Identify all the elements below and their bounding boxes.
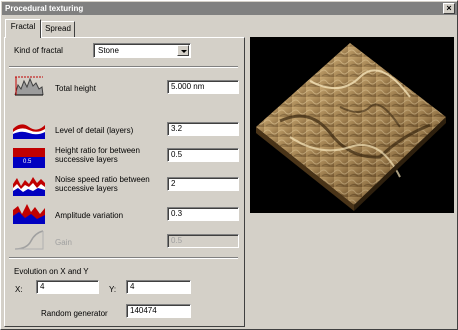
noise-speed-label-2: successive layers (55, 184, 118, 193)
terrain-preview-image (256, 43, 446, 211)
amplitude-variation-icon (13, 202, 45, 224)
separator-bottom (9, 257, 238, 259)
noise-speed-input[interactable]: 2 (167, 177, 239, 191)
chevron-down-icon[interactable] (177, 45, 189, 56)
evolution-x-input[interactable]: 4 (36, 280, 99, 294)
title-bar: Procedural texturing × (2, 2, 457, 15)
svg-text:0.5: 0.5 (23, 159, 32, 165)
total-height-icon (13, 75, 45, 97)
tab-fractal[interactable]: Fractal (5, 19, 41, 38)
close-button[interactable]: × (443, 3, 455, 14)
tab-spread[interactable]: Spread (41, 21, 75, 37)
kind-of-fractal-select[interactable]: Stone (93, 43, 191, 58)
window-title: Procedural texturing (5, 4, 84, 13)
height-ratio-icon: 0.5 (13, 146, 45, 168)
total-height-input[interactable]: 5.000 nm (167, 80, 239, 94)
height-ratio-label-1: Height ratio for between (55, 146, 140, 155)
kind-of-fractal-label: Kind of fractal (14, 46, 63, 55)
evolution-y-label: Y: (109, 285, 117, 294)
kind-of-fractal-value: Stone (98, 46, 119, 55)
level-of-detail-label: Level of detail (layers) (55, 126, 134, 135)
procedural-texturing-window: Procedural texturing × Fractal Spread Ki… (0, 0, 458, 330)
total-height-label: Total height (55, 84, 96, 93)
evolution-x-label: X: (15, 285, 23, 294)
gain-curve-icon (13, 229, 45, 251)
noise-speed-label-1: Noise speed ratio between (55, 175, 150, 184)
level-of-detail-icon (13, 117, 45, 139)
random-generator-label: Random generator (41, 309, 108, 318)
evolution-y-input[interactable]: 4 (126, 280, 191, 294)
evolution-label: Evolution on X and Y (14, 267, 89, 276)
level-of-detail-input[interactable]: 3.2 (167, 122, 239, 136)
texture-preview (250, 37, 454, 213)
noise-speed-icon (13, 174, 45, 196)
amplitude-variation-input[interactable]: 0.3 (167, 207, 239, 221)
separator-top (9, 66, 238, 68)
height-ratio-label-2: successive layers (55, 155, 118, 164)
height-ratio-input[interactable]: 0.5 (167, 148, 239, 162)
random-generator-input[interactable]: 140474 (126, 304, 191, 318)
gain-input[interactable]: 0.5 (167, 234, 239, 248)
amplitude-variation-label: Amplitude variation (55, 211, 124, 220)
gain-label: Gain (55, 238, 72, 247)
